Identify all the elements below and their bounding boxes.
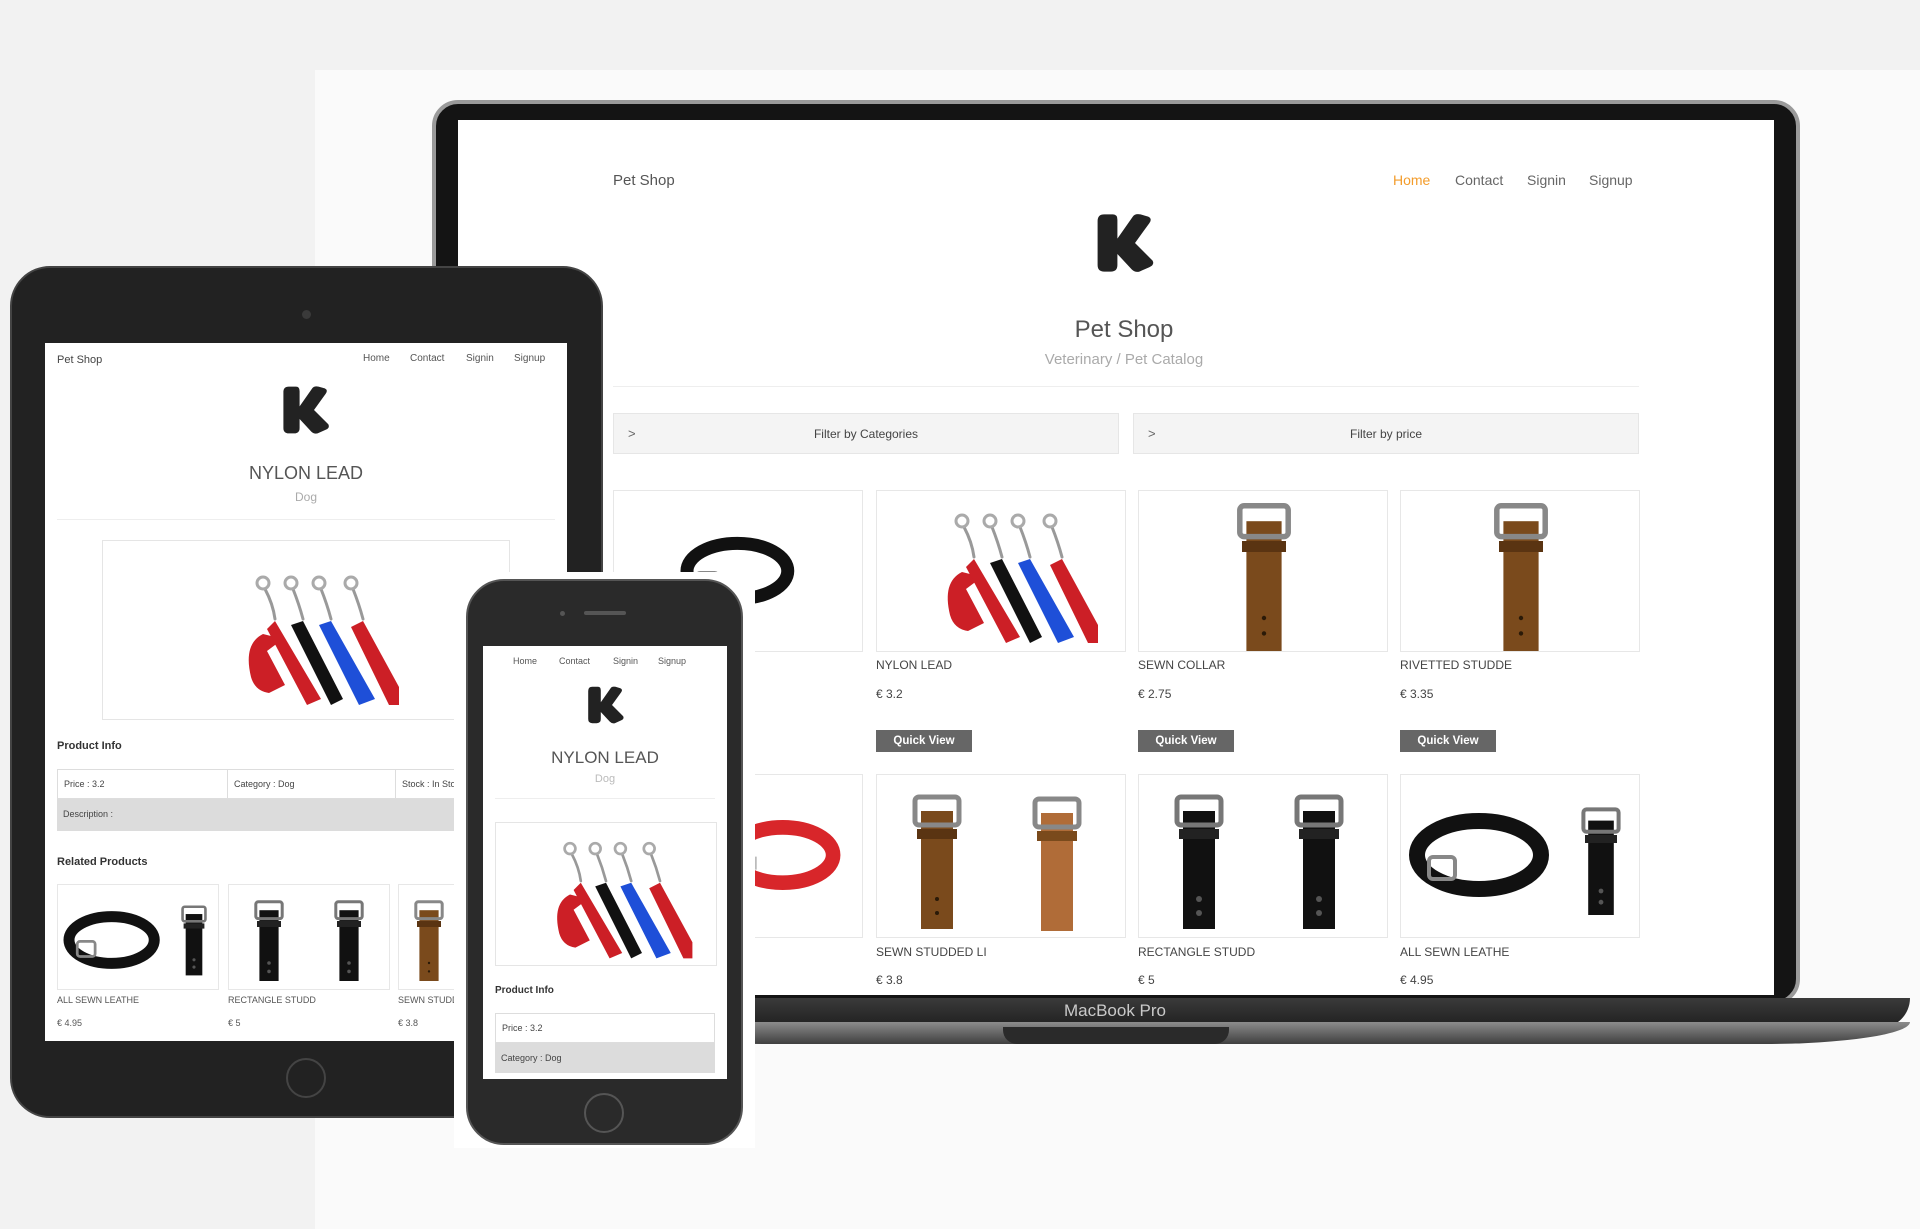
collar-strap-image — [1401, 775, 1640, 938]
stock-label: Stock : — [402, 779, 430, 789]
brand-link[interactable]: Pet Shop — [613, 172, 675, 189]
product-image[interactable] — [1400, 774, 1640, 938]
product-price: € 3.35 — [1400, 687, 1434, 701]
price-cell: Price : 3.2 — [58, 770, 228, 798]
leads-image — [555, 841, 694, 960]
product-name[interactable]: SEWN COLLAR — [1138, 658, 1225, 672]
nav-signin[interactable]: Signin — [1527, 172, 1566, 188]
camera-icon — [560, 611, 565, 616]
nav-signup[interactable]: Signup — [514, 353, 545, 364]
related-product-name[interactable]: RECTANGLE STUDD — [228, 995, 316, 1005]
nav-home[interactable]: Home — [363, 353, 390, 364]
divider — [495, 798, 715, 799]
leads-image — [247, 575, 401, 707]
filter-categories[interactable]: > Filter by Categories — [613, 413, 1119, 454]
strap-pair-image — [1139, 775, 1388, 938]
product-name[interactable]: SEWN STUDDED LI — [876, 945, 987, 959]
category-label: Category : — [234, 779, 276, 789]
quick-view-button[interactable]: Quick View — [876, 730, 972, 752]
nav-home[interactable]: Home — [513, 656, 537, 666]
laptop-notch — [1003, 1027, 1229, 1044]
product-name[interactable]: NYLON LEAD — [876, 658, 952, 672]
product-title: NYLON LEAD — [551, 748, 659, 767]
home-button[interactable] — [286, 1058, 326, 1098]
related-product-price: € 4.95 — [57, 1018, 83, 1028]
leads-image — [946, 513, 1100, 645]
description-label: Description : — [63, 809, 114, 819]
filter-price-label: Filter by price — [1349, 427, 1423, 441]
page-title: Pet Shop — [1074, 316, 1174, 343]
strap-pair-image — [254, 900, 364, 983]
product-price: € 5 — [1138, 973, 1155, 987]
category-row: Category : Dog — [495, 1043, 715, 1073]
phone-screen: Home Contact Signin Signup NYLON LEAD Do… — [483, 646, 727, 1079]
product-image[interactable] — [1400, 490, 1640, 652]
device-label: MacBook Pro — [1063, 1001, 1167, 1020]
product-category: Dog — [294, 490, 317, 504]
product-main-image — [495, 822, 717, 966]
logo-icon — [584, 684, 626, 726]
category-label: Category : — [501, 1053, 543, 1063]
price-row: Price : 3.2 — [495, 1013, 715, 1043]
logo-icon — [278, 383, 332, 437]
product-main-image — [102, 540, 510, 720]
related-product-name[interactable]: SEWN STUDD — [398, 995, 459, 1005]
brand-link[interactable]: Pet Shop — [57, 354, 102, 366]
price-label: Price : — [502, 1023, 528, 1033]
home-button[interactable] — [584, 1093, 624, 1133]
nav-contact[interactable]: Contact — [1455, 172, 1503, 188]
product-name[interactable]: RECTANGLE STUDD — [1138, 945, 1255, 959]
nav-home[interactable]: Home — [1393, 172, 1430, 188]
quick-view-button[interactable]: Quick View — [1400, 730, 1496, 752]
related-product-price: € 3.8 — [398, 1018, 419, 1028]
filter-categories-label: Filter by Categories — [813, 427, 919, 441]
strap-image — [1139, 491, 1388, 652]
divider — [57, 519, 555, 520]
price-value: 3.2 — [92, 779, 105, 789]
category-cell: Category : Dog — [228, 770, 396, 798]
category-value: Dog — [278, 779, 295, 789]
nav-contact[interactable]: Contact — [410, 353, 444, 364]
price-value: 3.2 — [530, 1023, 543, 1033]
divider — [613, 386, 1639, 387]
product-category: Dog — [594, 773, 616, 785]
quick-view-button[interactable]: Quick View — [1138, 730, 1234, 752]
product-price: € 4.95 — [1400, 973, 1434, 987]
product-price: € 3.8 — [876, 973, 903, 987]
related-product-name[interactable]: ALL SEWN LEATHE — [57, 995, 139, 1005]
filter-price[interactable]: > Filter by price — [1133, 413, 1639, 454]
nav-contact[interactable]: Contact — [559, 656, 590, 666]
speaker-icon — [584, 611, 626, 615]
product-title: NYLON LEAD — [248, 463, 364, 483]
product-name[interactable]: RIVETTED STUDDE — [1400, 658, 1512, 672]
product-image[interactable] — [1138, 490, 1388, 652]
laptop-base — [620, 1022, 1910, 1044]
product-image[interactable] — [876, 774, 1126, 938]
nav-signin[interactable]: Signin — [466, 353, 494, 364]
product-info-heading: Product Info — [495, 985, 554, 996]
related-product-price: € 5 — [228, 1018, 241, 1028]
product-image[interactable] — [876, 490, 1126, 652]
nav-signup[interactable]: Signup — [1589, 172, 1633, 188]
product-name[interactable]: ALL SEWN LEATHE — [1400, 945, 1509, 959]
strap-pair-image — [877, 775, 1126, 938]
related-product-image[interactable] — [57, 884, 219, 990]
nav-signup[interactable]: Signup — [658, 656, 686, 666]
strap-image — [1401, 491, 1640, 652]
product-image[interactable] — [1138, 774, 1388, 938]
price-label: Price : — [64, 779, 90, 789]
price-cell: Price : 3.2 — [496, 1014, 716, 1042]
related-product-image[interactable] — [228, 884, 390, 990]
camera-icon — [302, 310, 311, 319]
collar-strap-image — [58, 904, 208, 978]
product-info-heading: Product Info — [57, 740, 122, 752]
logo-icon — [1091, 210, 1157, 276]
related-products-heading: Related Products — [57, 856, 148, 868]
nav-signin[interactable]: Signin — [613, 656, 638, 666]
product-price: € 3.2 — [876, 687, 903, 701]
page-subtitle: Veterinary / Pet Catalog — [1044, 351, 1204, 368]
product-price: € 2.75 — [1138, 687, 1172, 701]
category-value: Dog — [545, 1053, 562, 1063]
